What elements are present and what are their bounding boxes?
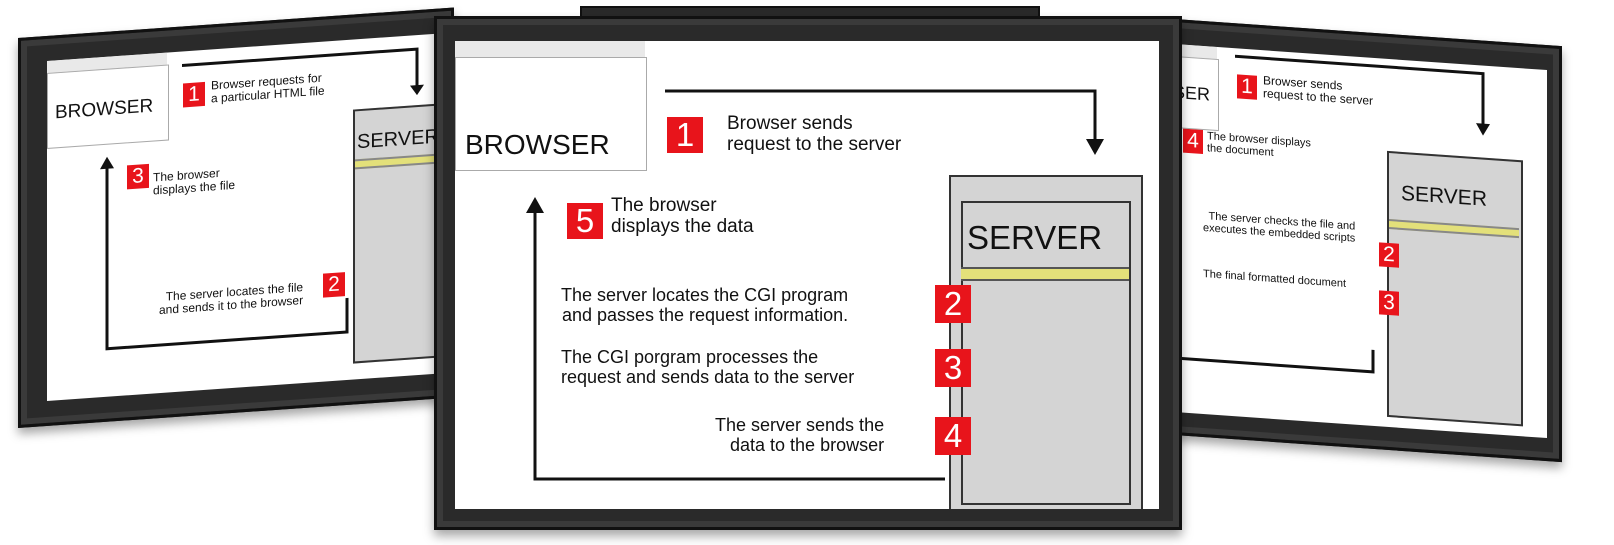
center-step-5-badge: 5 xyxy=(567,203,603,239)
center-step-2-text: The server locates the CGI program and p… xyxy=(561,285,849,326)
right-step-2-badge: 2 xyxy=(1379,242,1399,268)
left-step-3-badge: 3 xyxy=(127,163,149,190)
center-step-3-text: The CGI porgram processes the request an… xyxy=(561,347,855,388)
left-step-1-badge: 1 xyxy=(183,81,205,108)
center-step-4-text: The server sends the data to the browser xyxy=(715,415,885,456)
right-step-1-badge: 1 xyxy=(1237,74,1257,100)
center-step-1-text: Browser sends request to the server xyxy=(727,113,902,156)
center-server-stripe xyxy=(961,267,1129,281)
center-step-4-badge: 4 xyxy=(935,417,971,455)
right-step-3-badge: 3 xyxy=(1379,290,1399,316)
right-step-4-badge: 4 xyxy=(1183,128,1203,155)
right-diagram-frame: SER SERVER 1 Browser sends request to th… xyxy=(1160,18,1562,463)
right-diagram-screen: SER SERVER 1 Browser sends request to th… xyxy=(1173,43,1547,439)
left-step-3-text: The browser displays the file xyxy=(153,165,236,198)
left-step-2-badge: 2 xyxy=(323,272,345,298)
center-diagram-screen: BROWSER SERVER 1 Browser sends request t… xyxy=(455,41,1159,509)
center-step-5-text: The browser displays the data xyxy=(611,195,754,238)
left-diagram-screen: BROWSER SERVER 1 Browser requests for a … xyxy=(47,33,447,401)
center-step-2-badge: 2 xyxy=(935,285,971,323)
center-diagram-frame: BROWSER SERVER 1 Browser sends request t… xyxy=(434,16,1182,530)
center-step-3-badge: 3 xyxy=(935,349,971,387)
left-diagram-frame: BROWSER SERVER 1 Browser requests for a … xyxy=(18,7,454,429)
center-step-1-badge: 1 xyxy=(667,117,703,153)
center-server-label: SERVER xyxy=(967,219,1103,256)
